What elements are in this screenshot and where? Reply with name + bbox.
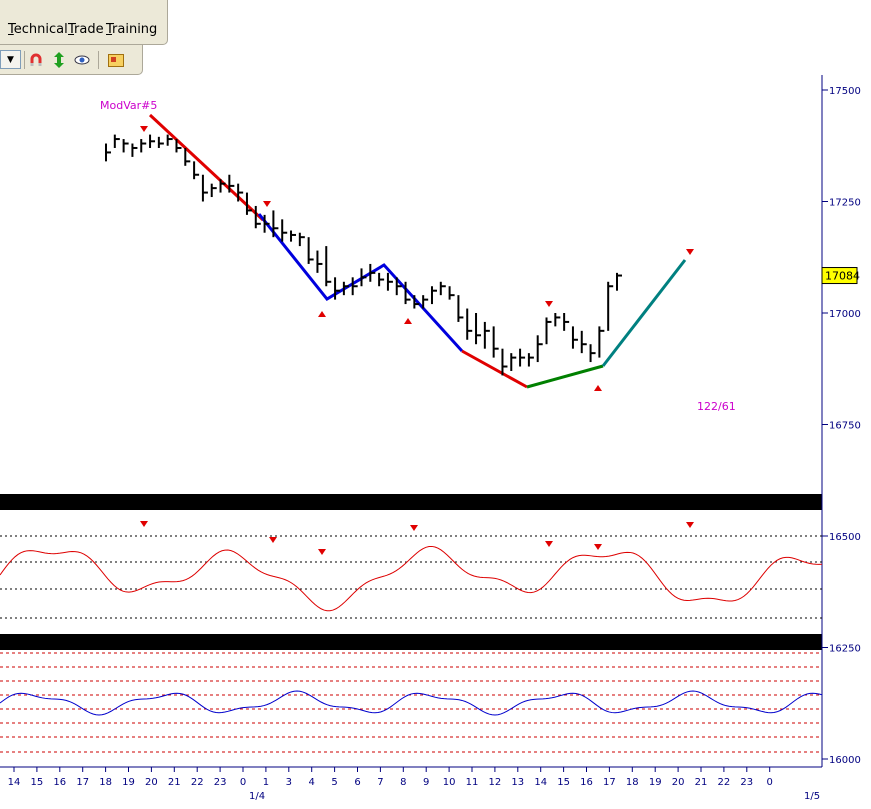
price-tick-label: 16500 (829, 532, 861, 543)
time-tick-label: 21 (168, 777, 181, 788)
time-tick-label: 16 (580, 777, 593, 788)
magnet-icon[interactable] (26, 50, 46, 70)
price-tick-label: 16250 (829, 644, 861, 655)
time-tick-label: 20 (672, 777, 685, 788)
time-tick-label: 0 (240, 777, 246, 788)
time-tick-label: 11 (466, 777, 479, 788)
time-tick-label: 17 (603, 777, 616, 788)
menu-technical[interactable]: Technical (8, 22, 68, 37)
price-panel (0, 75, 822, 495)
time-tick-label: 22 (718, 777, 731, 788)
chart-area[interactable]: 17500172501700016750165001625016000 1708… (0, 75, 871, 809)
toolbar: ▼ (0, 45, 143, 75)
toolbar-separator (24, 51, 25, 69)
time-tick-label: 17 (76, 777, 89, 788)
time-tick-label: 19 (122, 777, 135, 788)
eye-icon[interactable] (72, 50, 92, 70)
top-bar: Technical Trade Training ▼ (0, 0, 871, 75)
time-tick-label: 18 (99, 777, 112, 788)
time-tick-label: 13 (511, 777, 524, 788)
time-tick-label: 12 (489, 777, 502, 788)
menu-bar: Technical Trade Training (0, 0, 168, 45)
time-tick-label: 19 (649, 777, 662, 788)
time-tick-label: 10 (443, 777, 456, 788)
time-tick-label: 14 (8, 777, 21, 788)
time-tick-label: 5 (331, 777, 337, 788)
current-price-label: 17084 (825, 270, 860, 283)
time-tick-label: 15 (31, 777, 44, 788)
price-tick-label: 17500 (829, 86, 861, 97)
time-tick-label: 21 (695, 777, 708, 788)
panel-divider (0, 494, 822, 510)
oscillator-1-panel (0, 510, 822, 634)
price-axis: 17500 17250 17000 16750 16500 16250 16000 (822, 86, 861, 766)
time-tick-label: 16 (53, 777, 66, 788)
panel-divider (0, 634, 822, 650)
time-tick-label: 20 (145, 777, 158, 788)
date-label-jan4: 1/4 (249, 791, 265, 802)
price-tick-label: 17250 (829, 198, 861, 209)
menu-trade[interactable]: Trade (68, 22, 104, 37)
time-tick-label: 9 (423, 777, 429, 788)
ratio-label: 122/61 (697, 400, 736, 413)
time-tick-label: 0 (767, 777, 773, 788)
time-tick-label: 14 (534, 777, 547, 788)
time-axis: 14 15 16 17 18 19 20 21 22 23 0 1 3 4 5 6 7 8 9 10 11 12 13 14 1… (8, 767, 773, 788)
time-tick-label: 8 (400, 777, 406, 788)
dropdown-arrow-icon[interactable]: ▼ (0, 50, 21, 69)
time-tick-label: 7 (377, 777, 383, 788)
time-tick-label: 3 (286, 777, 292, 788)
time-tick-label: 1 (263, 777, 269, 788)
time-tick-label: 6 (354, 777, 360, 788)
price-tick-label: 16000 (829, 755, 861, 766)
price-tick-label: 16750 (829, 421, 861, 432)
time-tick-label: 23 (740, 777, 753, 788)
model-label: ModVar#5 (100, 99, 157, 112)
current-price-marker: 17084 (821, 267, 860, 285)
menu-training[interactable]: Training (106, 22, 157, 37)
time-tick-label: 22 (191, 777, 204, 788)
date-label-jan5: 1/5 (804, 791, 820, 802)
time-tick-label: 15 (557, 777, 570, 788)
price-tick-label: 17000 (829, 309, 861, 320)
time-tick-label: 23 (214, 777, 227, 788)
toolbar-separator (98, 51, 99, 69)
time-tick-label: 4 (309, 777, 315, 788)
updown-arrow-icon[interactable] (49, 50, 69, 70)
time-tick-label: 18 (626, 777, 639, 788)
chart-window-icon[interactable] (106, 50, 126, 70)
